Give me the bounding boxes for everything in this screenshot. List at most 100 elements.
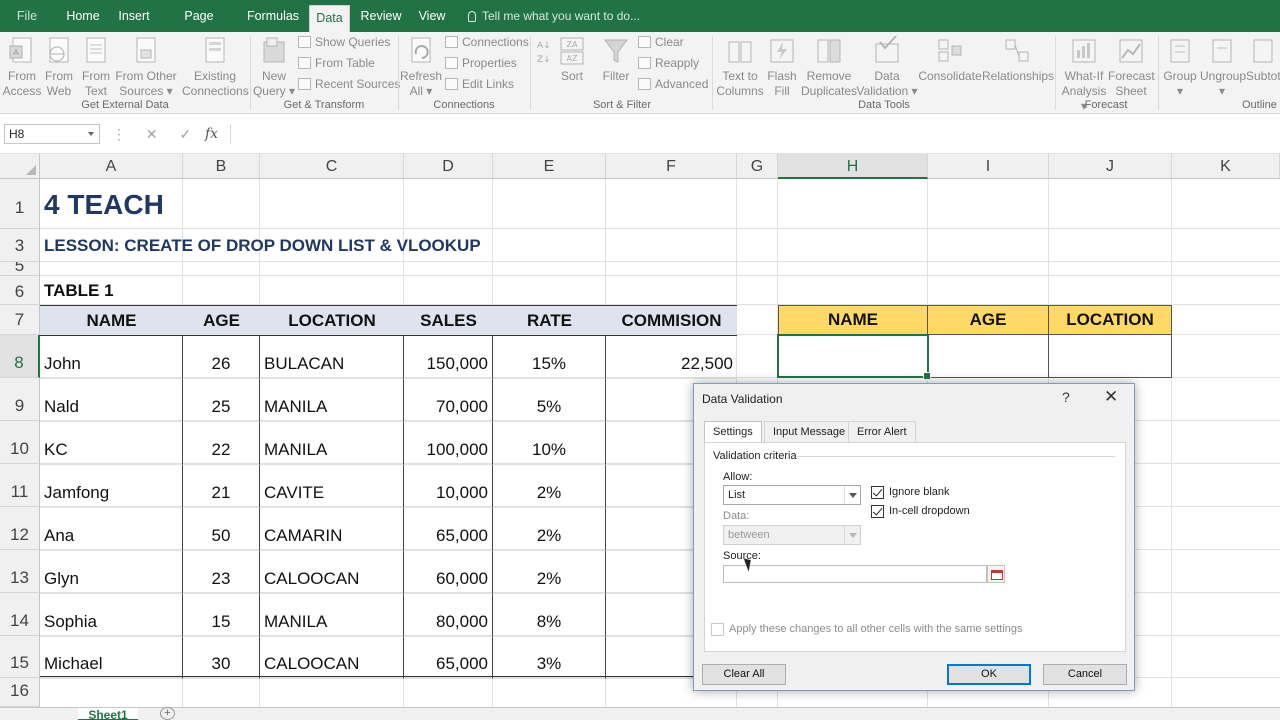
flash-fill-button[interactable]: Flash Fill: [765, 36, 799, 99]
cell-rate[interactable]: 2%: [493, 551, 606, 594]
header-sales[interactable]: SALES: [404, 306, 493, 335]
data-validation-button[interactable]: Data Validation ▾: [856, 36, 918, 99]
refresh-all-button[interactable]: Refresh All ▾: [400, 36, 442, 99]
connections-button[interactable]: Connections: [445, 32, 529, 52]
cell-name[interactable]: John: [40, 336, 183, 379]
ungroup-button[interactable]: Ungroup ▾: [1200, 36, 1246, 99]
cell-rate[interactable]: 15%: [493, 336, 606, 379]
column-header-j[interactable]: J: [1049, 154, 1172, 179]
column-header-f[interactable]: F: [606, 154, 737, 179]
remove-duplicates-button[interactable]: Remove Duplicates: [800, 36, 858, 99]
row-header-11[interactable]: 11: [0, 464, 40, 507]
allow-select[interactable]: List: [723, 485, 861, 505]
filter-button[interactable]: Filter: [598, 36, 634, 84]
cell-location[interactable]: CALOOCAN: [260, 551, 404, 594]
row-header-15[interactable]: 15: [0, 636, 40, 678]
apply-all-checkbox[interactable]: [711, 623, 724, 636]
row-header-8[interactable]: 8: [0, 335, 40, 378]
cell-rate[interactable]: 2%: [493, 465, 606, 508]
clear-all-button[interactable]: Clear All: [702, 664, 786, 685]
relationships-button[interactable]: Relationships: [982, 36, 1054, 84]
select-all-corner[interactable]: [0, 154, 40, 179]
ignore-blank-checkbox[interactable]: [871, 486, 884, 499]
lookup-cell-age[interactable]: [928, 335, 1049, 378]
name-box[interactable]: H8: [4, 124, 100, 144]
cell-sales[interactable]: 70,000: [404, 379, 493, 422]
cell-name[interactable]: Sophia: [40, 594, 183, 637]
cell-sales[interactable]: 10,000: [404, 465, 493, 508]
group-button[interactable]: Group ▾: [1160, 36, 1200, 99]
sort-button[interactable]: ZA AZ Sort: [556, 36, 588, 84]
cell-rate[interactable]: 3%: [493, 637, 606, 679]
cell-name[interactable]: Ana: [40, 508, 183, 551]
from-text-button[interactable]: From Text: [78, 36, 114, 99]
help-icon[interactable]: ?: [1062, 389, 1070, 405]
cell-location[interactable]: CAVITE: [260, 465, 404, 508]
in-cell-dropdown-checkbox[interactable]: [871, 505, 884, 518]
data-select[interactable]: between: [723, 525, 861, 545]
tab-input-message[interactable]: Input Message: [764, 421, 855, 442]
from-web-button[interactable]: From Web: [42, 36, 76, 99]
header-age[interactable]: AGE: [183, 306, 260, 335]
tab-home[interactable]: Home: [60, 0, 106, 32]
cell-age[interactable]: 30: [183, 637, 260, 679]
tab-review[interactable]: Review: [358, 0, 404, 32]
properties-button[interactable]: Properties: [445, 53, 517, 73]
lookup-header-name[interactable]: NAME: [778, 305, 928, 335]
tab-view[interactable]: View: [413, 0, 451, 32]
cell-age[interactable]: 50: [183, 508, 260, 551]
cell-rate[interactable]: 10%: [493, 422, 606, 465]
tab-insert[interactable]: Insert: [113, 0, 155, 32]
cell-rate[interactable]: 5%: [493, 379, 606, 422]
column-header-d[interactable]: D: [404, 154, 493, 179]
insert-function-icon[interactable]: fx: [205, 124, 218, 144]
show-queries-button[interactable]: Show Queries: [298, 32, 390, 52]
from-access-button[interactable]: A From Access: [2, 36, 42, 99]
lookup-header-location[interactable]: LOCATION: [1049, 305, 1172, 335]
text-to-columns-button[interactable]: Text to Columns: [715, 36, 765, 99]
active-cell-h8[interactable]: [777, 334, 931, 380]
column-header-e[interactable]: E: [493, 154, 606, 179]
enter-check-icon[interactable]: ✓: [180, 126, 192, 142]
row-header-10[interactable]: 10: [0, 421, 40, 464]
cell-location[interactable]: MANILA: [260, 594, 404, 637]
clear-filter-button[interactable]: Clear: [638, 32, 684, 52]
tell-me-search[interactable]: Tell me what you want to do...: [468, 0, 640, 32]
cell-location[interactable]: CALOOCAN: [260, 637, 404, 679]
chevron-down-icon[interactable]: [88, 132, 94, 136]
cell-age[interactable]: 15: [183, 594, 260, 637]
tab-file[interactable]: File: [8, 0, 46, 32]
cell-location[interactable]: CAMARIN: [260, 508, 404, 551]
from-other-sources-button[interactable]: From Other Sources ▾: [114, 36, 178, 99]
recent-sources-button[interactable]: Recent Sources: [298, 74, 400, 94]
row-header-14[interactable]: 14: [0, 593, 40, 636]
advanced-filter-button[interactable]: Advanced: [638, 74, 708, 94]
cell-sales[interactable]: 65,000: [404, 508, 493, 551]
header-location[interactable]: LOCATION: [260, 306, 404, 335]
column-header-k[interactable]: K: [1172, 154, 1280, 179]
column-header-c[interactable]: C: [260, 154, 404, 179]
add-sheet-icon[interactable]: +: [160, 707, 175, 720]
column-header-b[interactable]: B: [183, 154, 260, 179]
cell-name[interactable]: Nald: [40, 379, 183, 422]
cell-age[interactable]: 25: [183, 379, 260, 422]
row-header-5[interactable]: 5: [0, 262, 40, 276]
row-header-9[interactable]: 9: [0, 378, 40, 421]
cell-rate[interactable]: 8%: [493, 594, 606, 637]
cell-name[interactable]: KC: [40, 422, 183, 465]
cancel-button[interactable]: Cancel: [1043, 664, 1127, 685]
lesson-title[interactable]: LESSON: CREATE OF DROP DOWN LIST & VLOOK…: [40, 229, 485, 262]
header-commision[interactable]: COMMISION: [606, 306, 737, 335]
row-header-7[interactable]: 7: [0, 305, 40, 335]
cell-sales[interactable]: 60,000: [404, 551, 493, 594]
sort-az-button[interactable]: A↓ Z↓: [534, 36, 556, 69]
row-header-3[interactable]: 3: [0, 229, 40, 262]
existing-connections-button[interactable]: Existing Connections: [182, 36, 249, 99]
row-header-13[interactable]: 13: [0, 550, 40, 593]
range-select-icon[interactable]: [987, 565, 1005, 583]
subtotal-button[interactable]: Subtot: [1246, 36, 1280, 84]
cancel-icon[interactable]: ✕: [146, 126, 158, 142]
header-name[interactable]: NAME: [40, 306, 183, 335]
cell-age[interactable]: 23: [183, 551, 260, 594]
tab-error-alert[interactable]: Error Alert: [848, 421, 916, 442]
